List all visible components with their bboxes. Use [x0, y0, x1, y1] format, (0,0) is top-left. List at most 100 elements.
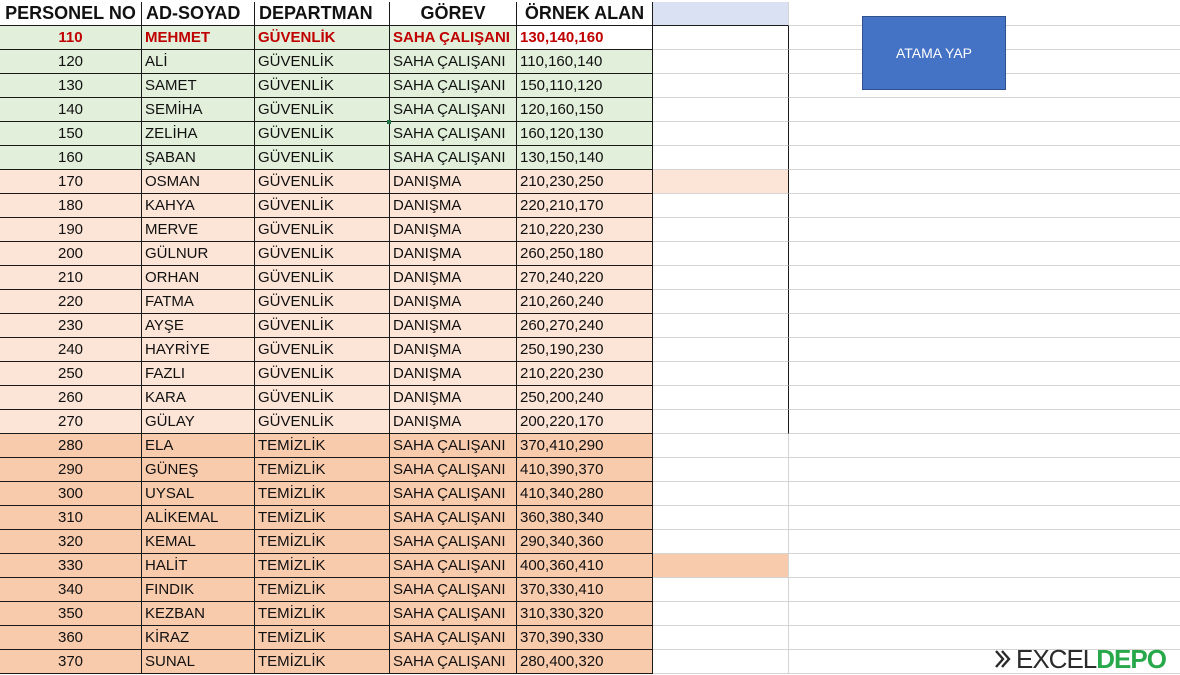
gorev-cell[interactable]: DANIŞMA — [390, 314, 517, 338]
ad-soyad-cell[interactable]: ORHAN — [142, 266, 255, 290]
gorev-cell[interactable]: SAHA ÇALIŞANI — [390, 482, 517, 506]
header-ad-soyad[interactable]: AD-SOYAD — [142, 2, 255, 26]
ad-soyad-cell[interactable]: MERVE — [142, 218, 255, 242]
departman-cell[interactable]: GÜVENLİK — [255, 362, 390, 386]
empty-cell[interactable] — [789, 314, 1180, 338]
empty-cell[interactable] — [653, 50, 789, 74]
ornek-alan-cell[interactable]: 210,220,230 — [517, 362, 653, 386]
header-empty-cell[interactable] — [653, 2, 789, 26]
ad-soyad-cell[interactable]: KAHYA — [142, 194, 255, 218]
header-gorev[interactable]: GÖREV — [390, 2, 517, 26]
ornek-alan-cell[interactable]: 210,220,230 — [517, 218, 653, 242]
empty-cell[interactable] — [653, 434, 789, 458]
ad-soyad-cell[interactable]: KİRAZ — [142, 626, 255, 650]
ad-soyad-cell[interactable]: MEHMET — [142, 26, 255, 50]
personel-no-cell[interactable]: 140 — [0, 98, 142, 122]
empty-cell[interactable] — [653, 506, 789, 530]
departman-cell[interactable]: GÜVENLİK — [255, 26, 390, 50]
ad-soyad-cell[interactable]: FATMA — [142, 290, 255, 314]
ad-soyad-cell[interactable]: KEMAL — [142, 530, 255, 554]
empty-cell[interactable] — [653, 314, 789, 338]
ad-soyad-cell[interactable]: ALİKEMAL — [142, 506, 255, 530]
personel-no-cell[interactable]: 110 — [0, 26, 142, 50]
departman-cell[interactable]: GÜVENLİK — [255, 242, 390, 266]
ornek-alan-cell[interactable]: 280,400,320 — [517, 650, 653, 674]
departman-cell[interactable]: TEMİZLİK — [255, 602, 390, 626]
ad-soyad-cell[interactable]: ELA — [142, 434, 255, 458]
ornek-alan-cell[interactable]: 260,270,240 — [517, 314, 653, 338]
personel-no-cell[interactable]: 370 — [0, 650, 142, 674]
departman-cell[interactable]: GÜVENLİK — [255, 74, 390, 98]
ornek-alan-cell[interactable]: 410,340,280 — [517, 482, 653, 506]
gorev-cell[interactable]: DANIŞMA — [390, 362, 517, 386]
empty-cell[interactable] — [653, 98, 789, 122]
personel-no-cell[interactable]: 350 — [0, 602, 142, 626]
empty-cell[interactable] — [653, 218, 789, 242]
empty-cell[interactable] — [653, 242, 789, 266]
ornek-alan-cell[interactable]: 260,250,180 — [517, 242, 653, 266]
empty-cell[interactable] — [789, 602, 1180, 626]
ornek-alan-cell[interactable]: 370,390,330 — [517, 626, 653, 650]
personel-no-cell[interactable]: 180 — [0, 194, 142, 218]
gorev-cell[interactable]: DANIŞMA — [390, 410, 517, 434]
ad-soyad-cell[interactable]: HAYRİYE — [142, 338, 255, 362]
ad-soyad-cell[interactable]: GÜNEŞ — [142, 458, 255, 482]
empty-cell[interactable] — [789, 554, 1180, 578]
empty-cell[interactable] — [789, 218, 1180, 242]
departman-cell[interactable]: GÜVENLİK — [255, 50, 390, 74]
ornek-alan-cell[interactable]: 310,330,320 — [517, 602, 653, 626]
ad-soyad-cell[interactable]: SAMET — [142, 74, 255, 98]
gorev-cell[interactable]: DANIŞMA — [390, 242, 517, 266]
departman-cell[interactable]: TEMİZLİK — [255, 578, 390, 602]
empty-cell[interactable] — [789, 338, 1180, 362]
ornek-alan-cell[interactable]: 210,230,250 — [517, 170, 653, 194]
departman-cell[interactable]: GÜVENLİK — [255, 170, 390, 194]
empty-cell[interactable] — [789, 242, 1180, 266]
empty-cell[interactable] — [653, 338, 789, 362]
departman-cell[interactable]: GÜVENLİK — [255, 266, 390, 290]
personel-no-cell[interactable]: 220 — [0, 290, 142, 314]
ornek-alan-cell[interactable]: 410,390,370 — [517, 458, 653, 482]
personel-no-cell[interactable]: 170 — [0, 170, 142, 194]
ornek-alan-cell[interactable]: 210,260,240 — [517, 290, 653, 314]
departman-cell[interactable]: GÜVENLİK — [255, 194, 390, 218]
departman-cell[interactable]: TEMİZLİK — [255, 650, 390, 674]
empty-cell[interactable] — [653, 26, 789, 50]
empty-cell[interactable] — [653, 194, 789, 218]
empty-cell[interactable] — [653, 362, 789, 386]
personel-no-cell[interactable]: 260 — [0, 386, 142, 410]
departman-cell[interactable]: GÜVENLİK — [255, 410, 390, 434]
empty-cell[interactable] — [789, 482, 1180, 506]
personel-no-cell[interactable]: 320 — [0, 530, 142, 554]
ornek-alan-cell[interactable]: 130,140,160 — [517, 26, 653, 50]
ornek-alan-cell[interactable]: 250,190,230 — [517, 338, 653, 362]
departman-cell[interactable]: GÜVENLİK — [255, 146, 390, 170]
empty-cell[interactable] — [653, 170, 789, 194]
departman-cell[interactable]: TEMİZLİK — [255, 458, 390, 482]
empty-cell[interactable] — [789, 434, 1180, 458]
personel-no-cell[interactable]: 230 — [0, 314, 142, 338]
ornek-alan-cell[interactable]: 290,340,360 — [517, 530, 653, 554]
empty-cell[interactable] — [789, 194, 1180, 218]
gorev-cell[interactable]: DANIŞMA — [390, 338, 517, 362]
ornek-alan-cell[interactable]: 360,380,340 — [517, 506, 653, 530]
gorev-cell[interactable]: DANIŞMA — [390, 266, 517, 290]
ad-soyad-cell[interactable]: ALİ — [142, 50, 255, 74]
personel-no-cell[interactable]: 160 — [0, 146, 142, 170]
departman-cell[interactable]: GÜVENLİK — [255, 338, 390, 362]
ornek-alan-cell[interactable]: 220,210,170 — [517, 194, 653, 218]
personel-no-cell[interactable]: 190 — [0, 218, 142, 242]
empty-cell[interactable] — [653, 626, 789, 650]
ad-soyad-cell[interactable]: KEZBAN — [142, 602, 255, 626]
ad-soyad-cell[interactable]: GÜLAY — [142, 410, 255, 434]
departman-cell[interactable]: TEMİZLİK — [255, 434, 390, 458]
ad-soyad-cell[interactable]: GÜLNUR — [142, 242, 255, 266]
ad-soyad-cell[interactable]: FAZLI — [142, 362, 255, 386]
personel-no-cell[interactable]: 210 — [0, 266, 142, 290]
empty-cell[interactable] — [789, 98, 1180, 122]
ornek-alan-cell[interactable]: 160,120,130 — [517, 122, 653, 146]
empty-cell[interactable] — [653, 554, 789, 578]
personel-no-cell[interactable]: 200 — [0, 242, 142, 266]
header-ornek-alan[interactable]: ÖRNEK ALAN — [517, 2, 653, 26]
ad-soyad-cell[interactable]: OSMAN — [142, 170, 255, 194]
